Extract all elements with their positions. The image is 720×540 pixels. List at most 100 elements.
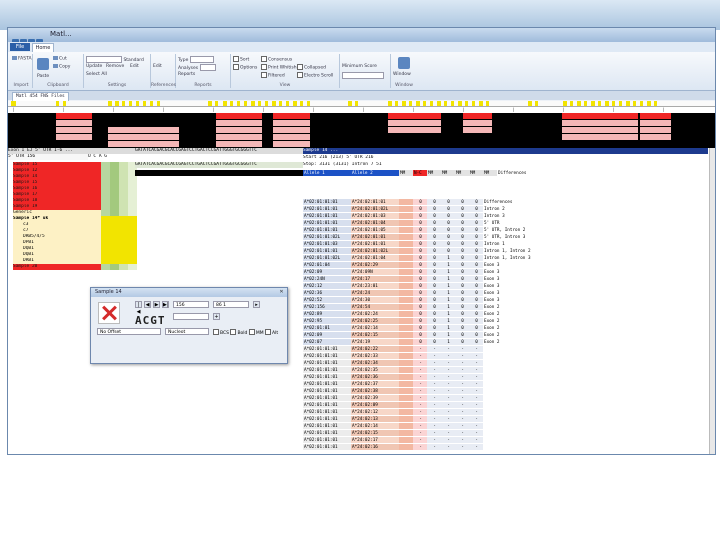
count-cell: 0 — [441, 241, 455, 248]
print-whitish-option[interactable]: Print Whitish — [261, 64, 297, 71]
references-edit-button[interactable]: Edit — [153, 64, 162, 69]
copy-button[interactable]: Copy — [53, 64, 70, 70]
mm-check[interactable]: MM — [248, 329, 264, 336]
reference-cell — [56, 127, 92, 133]
sample-row[interactable]: Sample 20 — [13, 264, 101, 270]
file-tab[interactable]: File — [10, 43, 30, 51]
update-button[interactable]: Update — [86, 64, 102, 69]
count-cell: - — [469, 374, 483, 381]
allele-1-cell: A*02:01:01:01 — [303, 437, 351, 444]
select-all-button[interactable]: Select All — [86, 72, 107, 77]
minimum-score-select[interactable] — [342, 72, 384, 79]
count-cell: 0 — [455, 241, 469, 248]
ruler-tick-label: | — [512, 107, 515, 112]
analyses-select[interactable]: Analyses — [178, 64, 216, 71]
application-window: Matl... File Home FASTA Import Cut Copy … — [7, 27, 716, 455]
next-icon[interactable]: ▶ — [153, 301, 160, 308]
mm-cell — [399, 430, 413, 437]
edit-button[interactable]: Edit — [130, 64, 139, 69]
reference-cell — [108, 127, 179, 133]
grid-column-header[interactable]: Differences — [497, 170, 607, 177]
count-cell: - — [441, 353, 455, 360]
collapsed-option[interactable]: Collapsed — [297, 64, 326, 71]
home-tab[interactable]: Home — [32, 43, 54, 52]
allele-2-cell: A*24:02:24 — [351, 311, 399, 318]
grid-column-header[interactable]: Allele 2 — [351, 170, 399, 177]
quick-access-toolbar[interactable] — [12, 31, 46, 46]
reference-cell — [273, 113, 310, 119]
grid-column-header[interactable]: MM — [483, 170, 497, 177]
grid-column-header[interactable]: Allele 1 — [303, 170, 351, 177]
settings-select[interactable]: Standard — [86, 56, 144, 63]
cut-button[interactable]: Cut — [53, 56, 67, 62]
bold-check[interactable]: Bold — [230, 329, 247, 336]
count-cell: 0 — [413, 255, 427, 262]
count-cell: 0 — [469, 262, 483, 269]
mode-select[interactable]: Nucleot — [165, 328, 209, 335]
remove-button[interactable]: Remove — [106, 64, 124, 69]
vertical-scrollbar[interactable] — [709, 148, 715, 454]
consensus-option[interactable]: Consensus — [261, 56, 292, 63]
window-title: Matl... — [50, 30, 72, 38]
delete-icon[interactable] — [98, 302, 120, 324]
allele-2-cell: A*24:02:37 — [351, 381, 399, 388]
window-button[interactable]: Window — [393, 72, 411, 77]
value-field[interactable]: 86 1 — [213, 301, 249, 308]
grid-column-header[interactable]: MM — [469, 170, 483, 177]
reference-cell — [273, 127, 310, 133]
count-cell: 0 — [413, 227, 427, 234]
prev-icon[interactable]: ◀ — [144, 301, 151, 308]
grid-column-header[interactable]: MM — [441, 170, 455, 177]
grid-column-header[interactable]: MM — [399, 170, 413, 177]
count-cell: 0 — [455, 339, 469, 346]
count-cell: - — [427, 423, 441, 430]
plus-icon[interactable]: + — [213, 313, 220, 320]
acgt-label[interactable]: ACGT — [135, 314, 166, 327]
group-label: View — [279, 83, 291, 88]
group-label: Reports — [194, 83, 212, 88]
count-cell: 0 — [427, 304, 441, 311]
bcs-check[interactable]: BCS — [213, 329, 229, 336]
reports-button[interactable]: Reports — [178, 72, 195, 77]
grid-column-header[interactable]: MM — [455, 170, 469, 177]
count-cell: 0 — [441, 206, 455, 213]
reference-row — [8, 134, 715, 141]
step-icon[interactable]: ▸ — [253, 301, 260, 308]
count-cell: 0 — [469, 220, 483, 227]
sort-option[interactable]: Sort — [233, 56, 249, 63]
options-option[interactable]: Options — [233, 64, 257, 71]
base-select[interactable] — [173, 313, 209, 320]
first-icon[interactable]: |◀ — [135, 301, 142, 315]
filtered-option[interactable]: Filtered — [261, 72, 285, 79]
allele-1-cell: A*02:09 — [303, 269, 351, 276]
grid-column-header[interactable]: N-C — [413, 170, 427, 177]
position-field[interactable]: 156 — [173, 301, 209, 308]
count-cell: - — [427, 367, 441, 374]
electro-scroll-option[interactable]: Electro Scroll — [297, 72, 333, 79]
differences-cell — [483, 388, 608, 395]
count-cell: - — [427, 437, 441, 444]
reference-cell — [562, 113, 638, 119]
allele-2-cell: A*24:02:15 — [351, 332, 399, 339]
ruler-tick-label: | — [162, 107, 165, 112]
mm-cell — [399, 276, 413, 283]
count-cell: - — [441, 360, 455, 367]
allele-2-cell: A*24:02:17 — [351, 437, 399, 444]
ruler-tick-label: | — [12, 107, 15, 112]
count-cell: 0 — [427, 332, 441, 339]
type-select[interactable]: Type — [178, 56, 214, 63]
last-icon[interactable]: ▶| — [162, 301, 169, 308]
allele-2-cell: A*24:17 — [351, 276, 399, 283]
count-cell: - — [455, 437, 469, 444]
alt-check[interactable]: Alt — [265, 329, 278, 336]
fasta-button[interactable]: FASTA — [12, 56, 32, 62]
count-cell: - — [427, 402, 441, 409]
close-icon[interactable]: ✕ — [278, 289, 285, 296]
count-cell: 0 — [427, 220, 441, 227]
grid-column-header[interactable]: MM — [427, 170, 441, 177]
paste-button[interactable]: Paste — [37, 74, 49, 79]
offset-select[interactable]: No Offset — [97, 328, 161, 335]
allele-2-cell: A*24:02:01:04 — [351, 220, 399, 227]
count-cell: 0 — [455, 234, 469, 241]
differences-cell: Exon 3 — [483, 269, 608, 276]
